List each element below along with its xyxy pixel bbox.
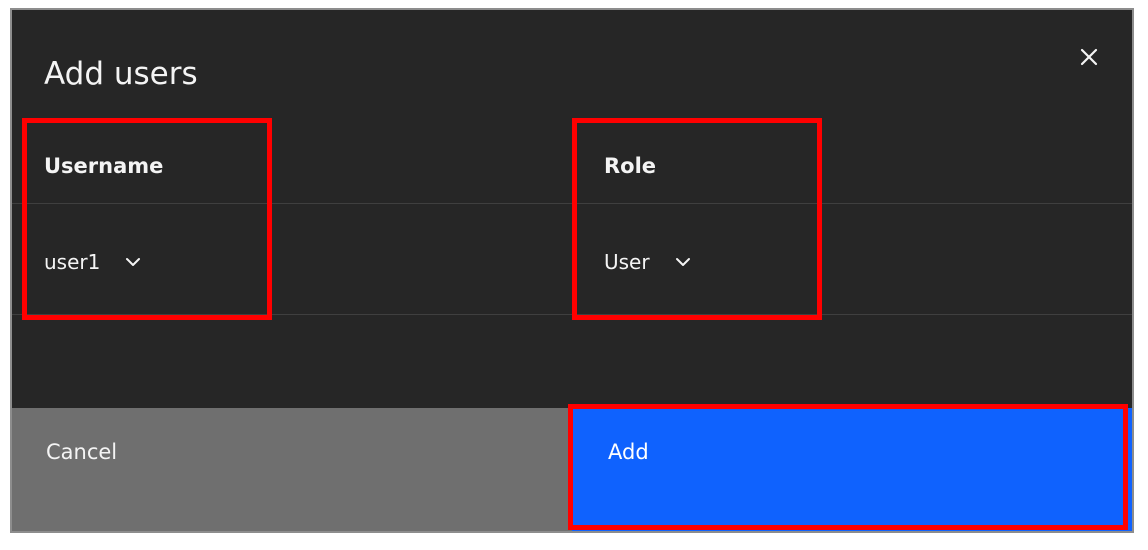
close-icon — [1076, 44, 1102, 70]
close-button[interactable] — [1076, 44, 1102, 70]
username-column-header: Username — [44, 154, 164, 178]
add-button[interactable]: Add — [572, 408, 1132, 531]
role-dropdown-value: User — [604, 250, 650, 274]
row-divider — [12, 314, 1132, 315]
cancel-button-label: Cancel — [46, 440, 118, 464]
add-button-label: Add — [608, 440, 649, 464]
cancel-button[interactable]: Cancel — [12, 408, 572, 531]
username-dropdown-value: user1 — [44, 250, 101, 274]
header-divider — [12, 203, 1132, 204]
modal-title: Add users — [44, 56, 198, 92]
chevron-down-icon — [674, 256, 692, 268]
chevron-down-icon — [124, 256, 142, 268]
role-dropdown[interactable]: User — [604, 242, 692, 282]
add-users-modal: Add users Username Role user1 User Cance… — [10, 8, 1134, 533]
role-column-header: Role — [604, 154, 657, 178]
username-dropdown[interactable]: user1 — [44, 242, 142, 282]
